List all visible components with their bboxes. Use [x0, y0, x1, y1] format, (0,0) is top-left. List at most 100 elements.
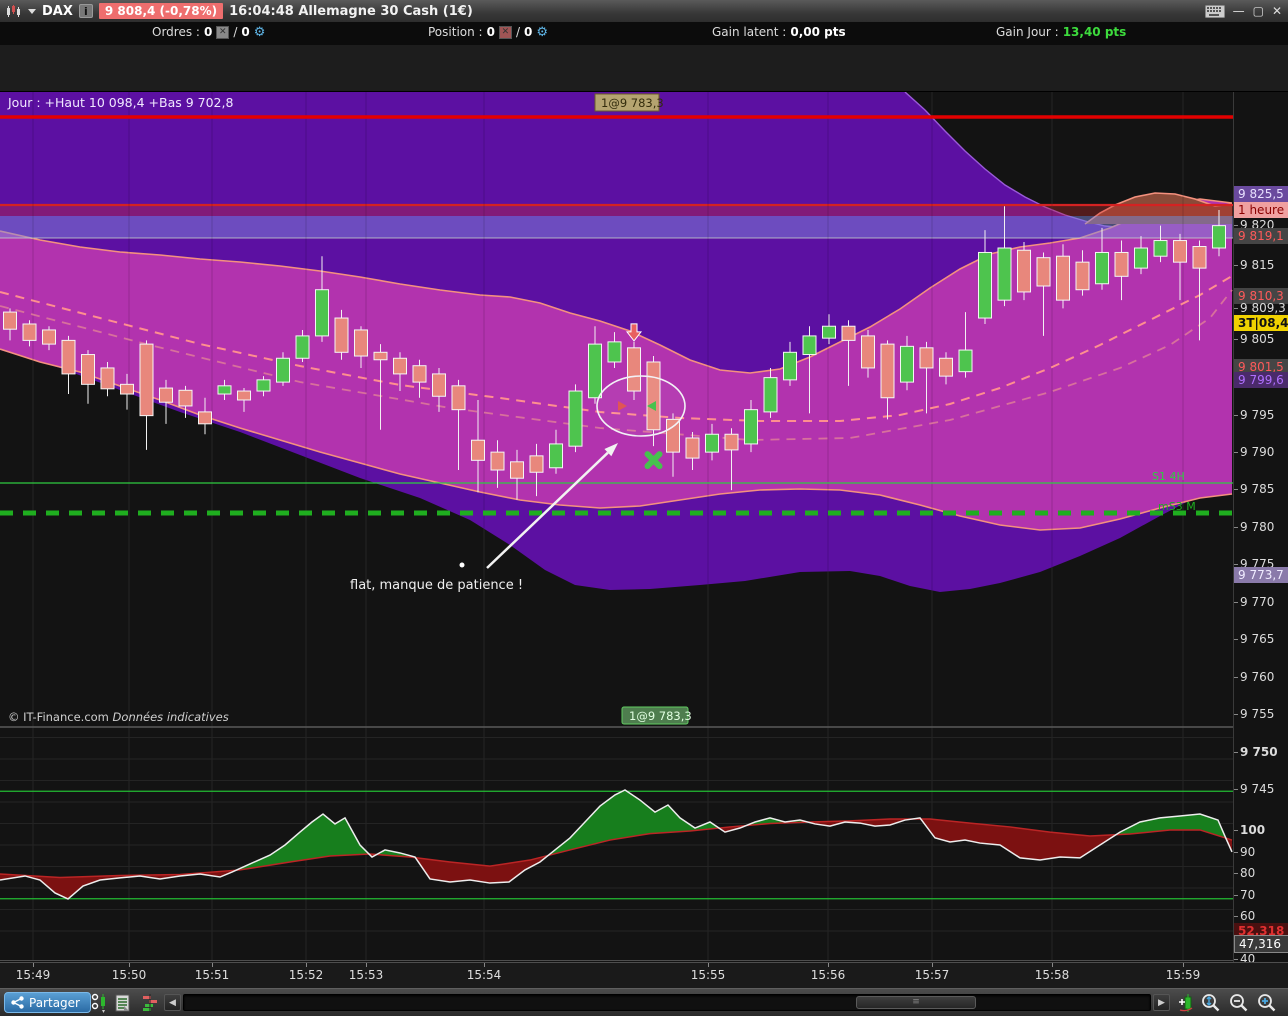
trading-mode-button[interactable] [88, 992, 110, 1014]
time-tick [708, 963, 709, 967]
keyboard-icon[interactable] [1204, 4, 1225, 18]
time-tick [212, 963, 213, 967]
position-label: Position : [428, 25, 483, 39]
share-button[interactable]: Partager [4, 992, 91, 1013]
zoom-in-button[interactable] [1256, 992, 1278, 1014]
bottom-toolbar: Partager ◀ ≡ ▶ [0, 988, 1288, 1016]
time-axis-label: 15:50 [111, 968, 147, 982]
time-axis-label: 15:52 [288, 968, 324, 982]
gain-jour: Gain Jour : 13,40 pts [996, 25, 1126, 39]
cancel-orders-icon[interactable]: ✕ [216, 25, 230, 39]
scrollbar-thumb[interactable]: ≡ [856, 996, 976, 1009]
time-tick [306, 963, 307, 967]
gain-jour-label: Gain Jour : [996, 25, 1059, 39]
gain-latent-label: Gain latent : [712, 25, 787, 39]
title-bar: DAX i 9 808,4 (-0,78%) 16:04:48 Allemagn… [0, 0, 1288, 22]
clock-and-market: 16:04:48 Allemagne 30 Cash (1€) [229, 3, 473, 19]
price-axis-label: 9 809,3 [1234, 301, 1288, 315]
orders-status: Ordres : 0 ✕ / 0 ⚙ [152, 25, 265, 39]
instrument-dropdown-caret[interactable] [28, 8, 36, 14]
info-icon[interactable]: i [78, 4, 93, 18]
chart-toolbar: 100 unités 21 (x) ticks ▶ [0, 45, 1288, 136]
position-settings-icon[interactable]: ⚙ [536, 26, 548, 39]
gain-latent: Gain latent : 0,00 pts [712, 25, 846, 39]
price-axis-chip: 47,316 [1234, 935, 1288, 953]
time-tick [1183, 963, 1184, 967]
candle-plus-icon [1179, 994, 1193, 1012]
candlestick-chart-icon [7, 5, 20, 17]
price-axis-label: 90 [1234, 845, 1288, 859]
instrument-name: DAX [42, 3, 73, 19]
auto-scale-button[interactable] [1176, 992, 1198, 1014]
svg-text:S1 4H: S1 4H [1152, 470, 1185, 483]
price-axis-label: 100 [1234, 823, 1288, 837]
maximize-button[interactable]: ▢ [1253, 5, 1264, 17]
price-axis-label: 60 [1234, 909, 1288, 923]
close-button[interactable]: ✕ [1272, 5, 1282, 17]
price-axis-label: 9 805 [1234, 332, 1288, 346]
price-axis-label: 9 760 [1234, 670, 1288, 684]
svg-text:flat, manque de patience !: flat, manque de patience ! [350, 578, 523, 593]
price-axis-label: 9 790 [1234, 445, 1288, 459]
position-separator: / [515, 25, 520, 39]
time-axis-label: 15:59 [1165, 968, 1201, 982]
position-count2: 0 [524, 25, 533, 39]
chart-scrollbar[interactable]: ≡ [183, 994, 1151, 1011]
scroll-right-icon: ▶ [1158, 997, 1165, 1008]
price-axis-label: 80 [1234, 866, 1288, 880]
scroll-right-button[interactable]: ▶ [1153, 994, 1170, 1011]
candle-cursor-icon [91, 993, 105, 1013]
svg-text:Jour : +Haut 10 098,4 +Bas 9: Jour : +Haut 10 098,4 +Bas 9 702,8 [7, 95, 233, 110]
orderbook-button[interactable] [139, 992, 161, 1014]
time-axis-label: 15:54 [466, 968, 502, 982]
scroll-left-icon: ◀ [169, 997, 176, 1008]
share-button-label: Partager [29, 995, 80, 1010]
price-axis-label: 9 785 [1234, 482, 1288, 496]
time-tick [828, 963, 829, 967]
main-chart[interactable]: S1 4H mS3 M flat, manque de patience ! Jour… [0, 92, 1233, 962]
scroll-left-button[interactable]: ◀ [164, 994, 181, 1011]
close-position-icon[interactable]: ✕ [498, 25, 512, 39]
price-axis-label: 9 780 [1234, 520, 1288, 534]
price-axis-label: 9 765 [1234, 632, 1288, 646]
price-axis-chip: 9 825,5 [1234, 186, 1288, 202]
price-axis-label: 9 770 [1234, 595, 1288, 609]
status-row: Ordres : 0 ✕ / 0 ⚙ Position : 0 ✕ / 0 ⚙ … [0, 22, 1288, 45]
price-axis-label: 70 [1234, 888, 1288, 902]
svg-text:mS3 M: mS3 M [1158, 500, 1196, 513]
time-axis-label: 15:49 [15, 968, 51, 982]
price-axis-chip: 3T|08,4 [1234, 315, 1288, 331]
orders-count: 0 [203, 25, 213, 39]
svg-text:© IT-Finance.com Données indic: © IT-Finance.com Données indicatives [8, 710, 229, 724]
time-axis-label: 15:55 [690, 968, 726, 982]
orders-separator: / [233, 25, 238, 39]
trading-app-window: DAX i 9 808,4 (-0,78%) 16:04:48 Allemagn… [0, 0, 1288, 1016]
minimize-button[interactable]: — [1233, 5, 1245, 17]
time-tick [932, 963, 933, 967]
price-axis-chip: 1 heure [1234, 202, 1288, 218]
thumb-grip-icon: ≡ [912, 997, 920, 1007]
time-axis[interactable]: 15:49 15:50 15:51 15:52 15:53 15:54 15:55 15:56… [0, 962, 1288, 988]
position-count: 0 [486, 25, 495, 39]
price-axis-chip: 9 819,1 [1234, 228, 1288, 244]
time-axis-label: 15:57 [914, 968, 950, 982]
notes-button[interactable] [112, 992, 134, 1014]
share-icon [11, 996, 24, 1009]
time-axis-label: 15:56 [810, 968, 846, 982]
price-axis-label: 9 745 [1234, 782, 1288, 796]
time-axis-label: 15:58 [1034, 968, 1070, 982]
orders-settings-icon[interactable]: ⚙ [254, 26, 266, 39]
magnifier-vertical-icon [1202, 994, 1220, 1012]
price-axis[interactable]: 9 825,5 1 heure 9 820 9 819,1 9 815 9 810,3 9 … [1233, 92, 1288, 1009]
position-status: Position : 0 ✕ / 0 ⚙ [428, 25, 548, 39]
orders-label: Ordres : [152, 25, 200, 39]
price-axis-chip: 9 773,7 [1234, 567, 1288, 583]
magnifier-minus-icon [1230, 994, 1248, 1012]
time-tick [366, 963, 367, 967]
orders-count2: 0 [241, 25, 250, 39]
time-axis-label: 15:51 [194, 968, 230, 982]
zoom-vertical-button[interactable] [1200, 992, 1222, 1014]
time-tick [33, 963, 34, 967]
zoom-out-button[interactable] [1228, 992, 1250, 1014]
time-tick [484, 963, 485, 967]
